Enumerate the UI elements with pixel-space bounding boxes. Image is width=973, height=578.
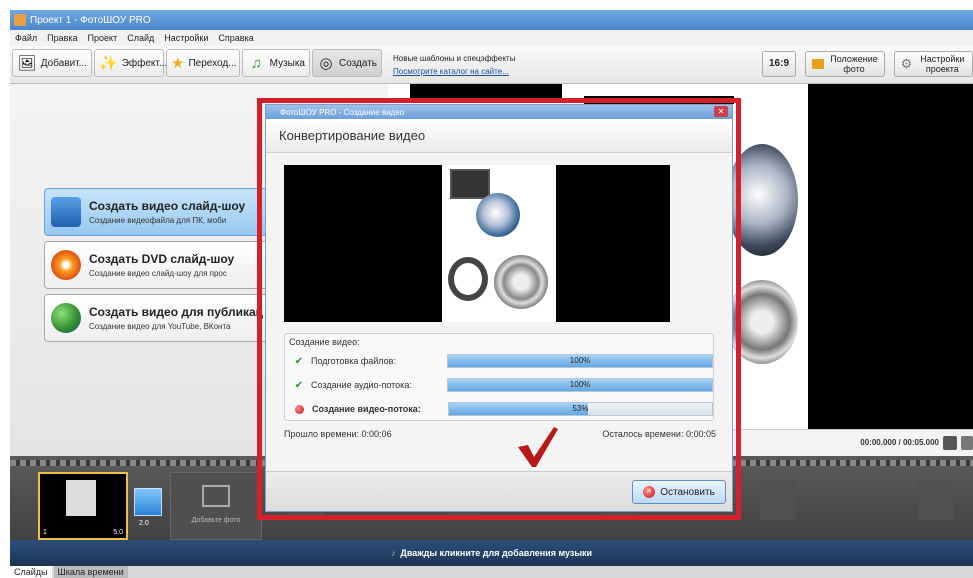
music-note-icon: ♪ xyxy=(390,548,396,558)
tab-create[interactable]: ◎ Создать xyxy=(312,49,382,77)
ring-image xyxy=(476,193,520,237)
remaining-time: Осталось времени: 0:00:05 xyxy=(602,429,716,439)
app-logo-icon xyxy=(14,14,26,26)
progress-row-prepare: ✔ Подготовка файлов: 100% xyxy=(293,352,713,370)
dialog-header: Конвертирование видео xyxy=(266,119,732,153)
create-video-dialog: ФотоШОУ PRO - Создание видео ✕ Конвертир… xyxy=(265,104,733,512)
project-settings-button[interactable]: ⚙ Настройки проекта xyxy=(894,51,973,77)
gear-icon: ⚙ xyxy=(900,56,913,71)
stop-icon: ✕ xyxy=(643,486,656,498)
menu-help[interactable]: Справка xyxy=(213,33,258,43)
tab-transitions[interactable]: ★ Переход... xyxy=(166,49,240,77)
bottom-tabs: Слайды Шкала времени xyxy=(10,566,973,578)
monitor-image xyxy=(450,169,490,199)
disc-icon: ◎ xyxy=(319,55,333,72)
progress-bar: 100% xyxy=(447,354,713,368)
photo-position-icon xyxy=(812,59,824,69)
menu-bar: Файл Правка Проект Слайд Настройки Справ… xyxy=(10,30,973,46)
progress-title: Создание видео: xyxy=(289,337,360,347)
checkmark-icon: ✔ xyxy=(294,355,304,367)
add-photo-slot[interactable]: Добавьте фото xyxy=(170,472,262,540)
music-note-icon: ♫ xyxy=(250,54,262,72)
photo-album-icon: 🖼 xyxy=(17,55,37,72)
progress-panel: Создание видео: ✔ Подготовка файлов: 100… xyxy=(284,333,714,421)
ring-image xyxy=(448,257,488,301)
slide-thumbnail[interactable]: 1 5.0 xyxy=(38,472,128,540)
transition-duration: 2.0 xyxy=(139,520,149,527)
checkmark-icon: ✔ xyxy=(294,379,304,391)
news-panel: Новые шаблоны и спецэффекты Посмотрите к… xyxy=(393,52,515,78)
preview-frame xyxy=(442,165,556,322)
menu-edit[interactable]: Правка xyxy=(42,33,82,43)
menu-slide[interactable]: Слайд xyxy=(122,33,159,43)
checkmark-icon xyxy=(518,427,558,467)
dialog-footer: ✕ Остановить xyxy=(266,471,732,511)
empty-slide-slot[interactable] xyxy=(918,480,954,520)
catalog-link[interactable]: Посмотрите каталог на сайте... xyxy=(393,65,515,78)
star-icon: ★ xyxy=(171,55,185,72)
progress-bar: 53% xyxy=(447,402,714,416)
ring-image xyxy=(494,255,548,309)
menu-project[interactable]: Проект xyxy=(83,33,123,43)
progress-row-audio: ✔ Создание аудио-потока: 100% xyxy=(293,376,713,394)
empty-slide-slot[interactable] xyxy=(760,480,796,520)
fullscreen-icon[interactable] xyxy=(961,436,973,450)
menu-settings[interactable]: Настройки xyxy=(159,33,213,43)
dialog-title: ФотоШОУ PRO - Создание видео xyxy=(280,107,405,117)
timecode: 00:00.000 / 00:05.000 xyxy=(860,438,939,447)
aspect-ratio-button[interactable]: 16:9 xyxy=(762,51,796,77)
news-headline: Новые шаблоны и спецэффекты xyxy=(393,54,516,63)
globe-icon xyxy=(51,303,81,333)
effects-icon: ✨ xyxy=(99,55,118,72)
tab-effects[interactable]: ✨ Эффект... xyxy=(94,49,167,77)
elapsed-time: Прошло времени: 0:00:06 xyxy=(284,429,392,439)
close-icon[interactable]: ✕ xyxy=(714,106,728,117)
app-window: Проект 1 - ФотоШОУ PRO Файл Правка Проек… xyxy=(0,0,973,578)
image-placeholder-icon xyxy=(202,485,230,507)
slide-duration: 5.0 xyxy=(113,529,123,536)
progress-row-video: Создание видео-потока: 53% xyxy=(293,400,714,418)
camera-icon[interactable] xyxy=(943,436,957,450)
dialog-titlebar: ФотоШОУ PRO - Создание видео ✕ xyxy=(266,105,732,119)
photo-position-button[interactable]: Положение фото xyxy=(805,51,885,77)
window-title: Проект 1 - ФотоШОУ PRO xyxy=(30,14,151,26)
tab-music[interactable]: ♫ Музыка xyxy=(242,49,310,77)
music-track[interactable]: ♪ Дважды кликните для добавления музыки xyxy=(10,540,973,566)
video-camera-icon xyxy=(51,197,81,227)
active-step-icon xyxy=(295,404,304,414)
tab-slides[interactable]: Слайды xyxy=(10,566,52,578)
window-titlebar: Проект 1 - ФотоШОУ PRO xyxy=(10,10,973,30)
tab-add-photos[interactable]: 🖼 Добавит... xyxy=(12,49,92,77)
slide-number: 1 xyxy=(43,529,47,536)
dvd-disc-icon xyxy=(51,250,81,280)
transition-thumbnail[interactable]: 2.0 xyxy=(134,488,162,527)
slide-image xyxy=(66,480,96,516)
stop-button[interactable]: ✕ Остановить xyxy=(632,480,726,504)
progress-percent: 100% xyxy=(569,380,591,389)
progress-percent: 100% xyxy=(569,356,591,365)
preview-background xyxy=(808,84,973,429)
progress-percent: 53% xyxy=(572,404,589,413)
tab-timeline-scale[interactable]: Шкала времени xyxy=(53,566,128,578)
main-toolbar: 🖼 Добавит... ✨ Эффект... ★ Переход... ♫ … xyxy=(10,46,973,84)
conversion-preview xyxy=(284,165,670,322)
progress-bar: 100% xyxy=(447,378,713,392)
menu-file[interactable]: Файл xyxy=(10,33,42,43)
